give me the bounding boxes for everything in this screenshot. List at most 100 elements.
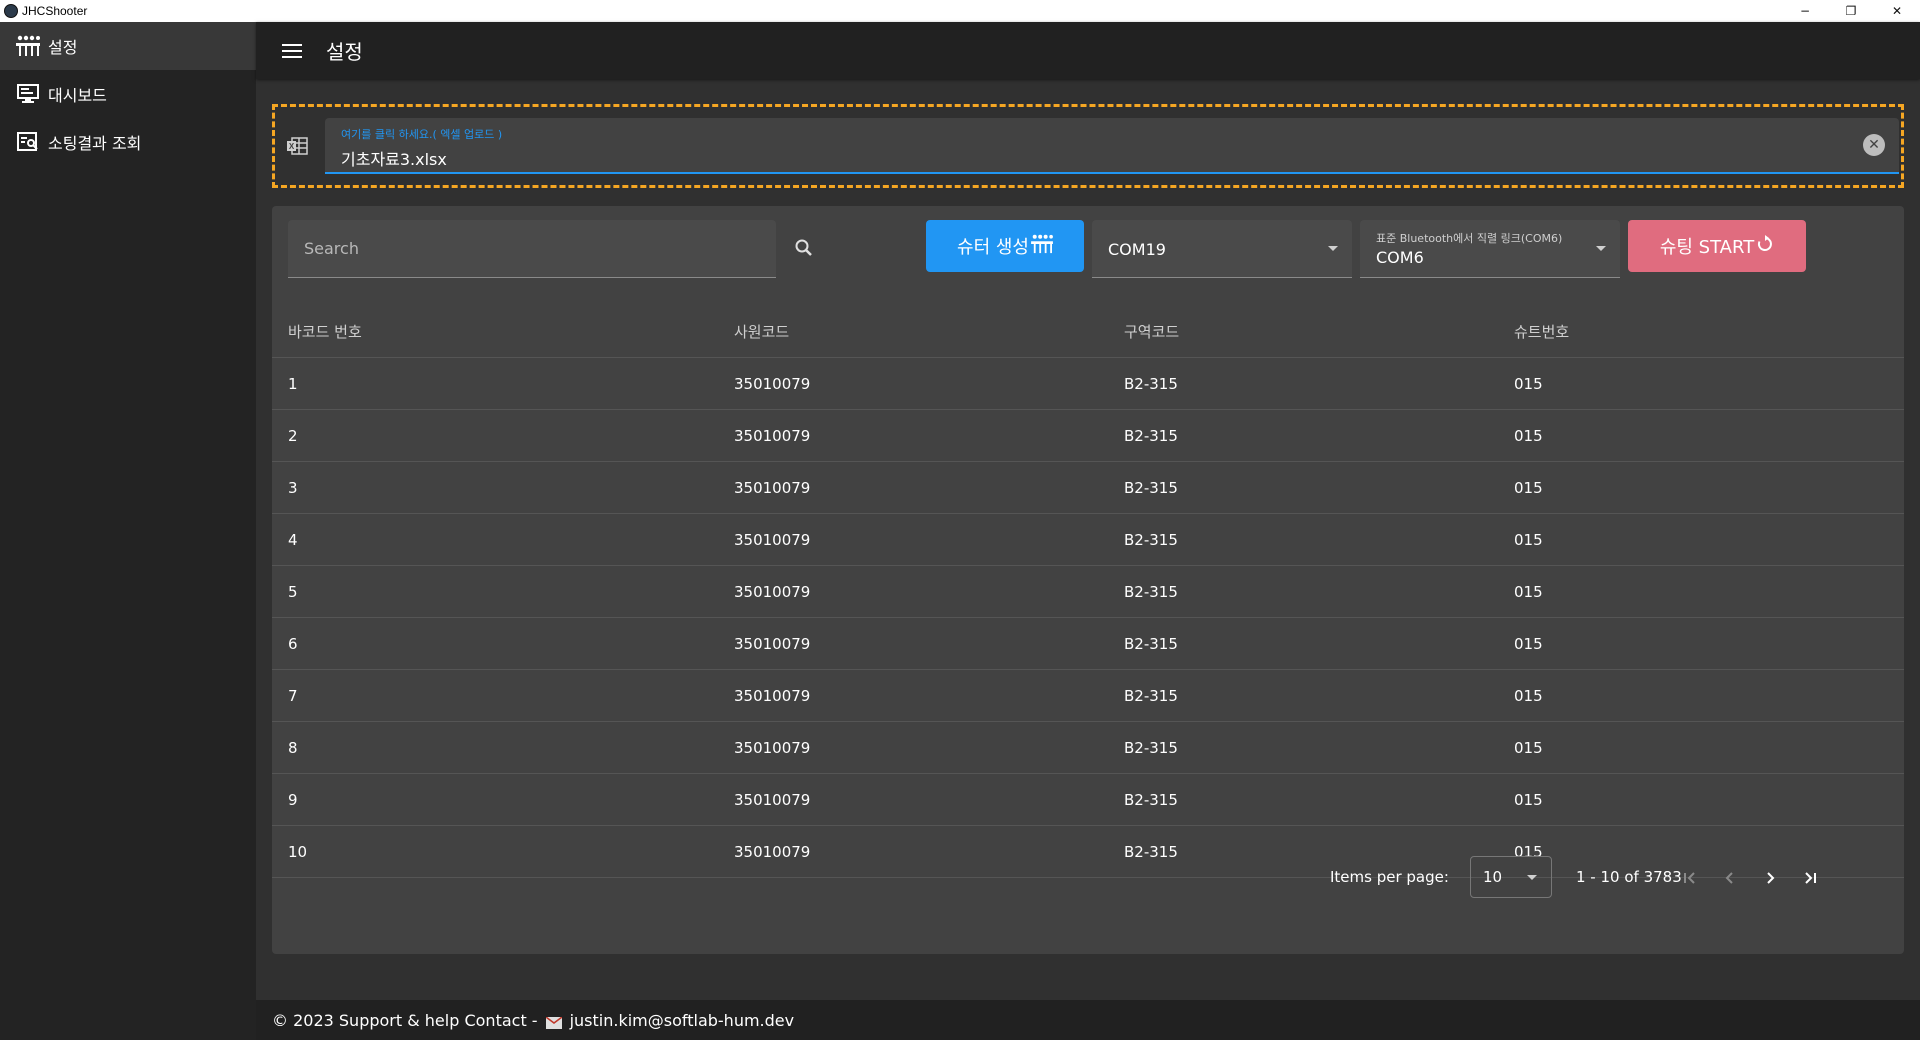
cell-employee-code: 35010079 — [734, 530, 811, 549]
excel-file-icon: X — [285, 134, 309, 158]
cell-zone-code: B2-315 — [1124, 686, 1178, 705]
cell-barcode: 9 — [288, 790, 298, 809]
sidebar-item-label: 대시보드 — [48, 86, 107, 105]
sidebar-item-label: 설정 — [48, 38, 78, 57]
bluetooth-port-select[interactable]: 표준 Bluetooth에서 직렬 링크(COM6) COM6 — [1360, 220, 1620, 278]
data-table: 바코드 번호 사원코드 구역코드 슈트번호 1 35010079 B2-315 015… — [272, 306, 1904, 878]
paginator: Items per page: 10 1 - 10 of 3783 — [272, 850, 1904, 906]
table-row[interactable]: 1 35010079 B2-315 015 — [272, 358, 1904, 410]
bluetooth-port-value: COM6 — [1376, 248, 1424, 267]
cell-zone-code: B2-315 — [1124, 426, 1178, 445]
column-header-barcode[interactable]: 바코드 번호 — [272, 321, 734, 342]
upload-field-label: 여기를 클릭 하세요.( 엑셀 업로드 ) — [341, 128, 503, 141]
main-content: 설정 X 여기를 클릭 하세요.( 엑셀 업로드 ) 기초자료3.xlsx ✕ … — [256, 22, 1920, 1000]
table-row[interactable]: 8 35010079 B2-315 015 — [272, 722, 1904, 774]
cell-chute-number: 015 — [1514, 738, 1543, 757]
cell-barcode: 5 — [288, 582, 298, 601]
support-email-link[interactable]: justin.kim@softlab-hum.dev — [570, 1011, 795, 1030]
table-row[interactable]: 2 35010079 B2-315 015 — [272, 410, 1904, 462]
cell-chute-number: 015 — [1514, 790, 1543, 809]
sidebar-item-settings[interactable]: 설정 — [0, 22, 256, 70]
chevron-down-icon — [1527, 875, 1537, 880]
last-page-icon[interactable] — [1796, 864, 1824, 892]
page-title: 설정 — [326, 40, 363, 64]
page-range-label: 1 - 10 of 3783 — [1576, 868, 1682, 886]
cell-chute-number: 015 — [1514, 686, 1543, 705]
search-icon[interactable] — [794, 238, 818, 262]
search-field[interactable] — [288, 220, 776, 278]
column-header-employee-code[interactable]: 사원코드 — [734, 321, 1124, 342]
cell-chute-number: 015 — [1514, 478, 1543, 497]
window-controls: − ❐ ✕ — [1782, 0, 1920, 22]
footer-text: © 2023 Support & help Contact - — [272, 1010, 538, 1030]
cell-chute-number: 015 — [1514, 582, 1543, 601]
search-list-icon — [16, 130, 40, 154]
cell-zone-code: B2-315 — [1124, 530, 1178, 549]
minimize-button[interactable]: − — [1782, 0, 1828, 22]
cell-chute-number: 015 — [1514, 634, 1543, 653]
items-per-page-value: 10 — [1483, 868, 1503, 886]
hamburger-menu-icon[interactable] — [280, 39, 304, 63]
table-header: 바코드 번호 사원코드 구역코드 슈트번호 — [272, 306, 1904, 358]
cell-chute-number: 015 — [1514, 530, 1543, 549]
cell-barcode: 6 — [288, 634, 298, 653]
cell-employee-code: 35010079 — [734, 790, 811, 809]
chevron-down-icon — [1328, 246, 1338, 251]
app-logo-icon — [4, 4, 18, 18]
column-header-zone-code[interactable]: 구역코드 — [1124, 321, 1514, 342]
bluetooth-port-label: 표준 Bluetooth에서 직렬 링크(COM6) — [1376, 232, 1563, 245]
excel-upload-dropzone[interactable]: X 여기를 클릭 하세요.( 엑셀 업로드 ) 기초자료3.xlsx ✕ — [272, 104, 1904, 188]
previous-page-icon[interactable] — [1716, 864, 1744, 892]
cell-barcode: 4 — [288, 530, 298, 549]
sidebar-item-dashboard[interactable]: 대시보드 — [0, 70, 256, 118]
cell-employee-code: 35010079 — [734, 478, 811, 497]
cell-barcode: 7 — [288, 686, 298, 705]
cell-zone-code: B2-315 — [1124, 582, 1178, 601]
column-header-chute-number[interactable]: 슈트번호 — [1514, 321, 1904, 342]
window-title: JHCShooter — [22, 4, 88, 18]
start-shooting-button[interactable]: 슈팅 START — [1628, 220, 1806, 272]
next-page-icon[interactable] — [1756, 864, 1784, 892]
cell-employee-code: 35010079 — [734, 374, 811, 393]
cell-barcode: 1 — [288, 374, 298, 393]
sidebar-item-sorting-results[interactable]: 소팅결과 조회 — [0, 118, 256, 166]
cell-zone-code: B2-315 — [1124, 374, 1178, 393]
window-titlebar: JHCShooter − ❐ ✕ — [0, 0, 1920, 22]
create-shooter-label: 슈터 생성 — [957, 237, 1029, 258]
table-row[interactable]: 4 35010079 B2-315 015 — [272, 514, 1904, 566]
close-button[interactable]: ✕ — [1874, 0, 1920, 22]
cell-employee-code: 35010079 — [734, 426, 811, 445]
cell-employee-code: 35010079 — [734, 582, 811, 601]
footer: © 2023 Support & help Contact - justin.k… — [256, 1000, 1920, 1040]
cell-employee-code: 35010079 — [734, 686, 811, 705]
chevron-down-icon — [1596, 246, 1606, 251]
items-per-page-label: Items per page: — [1330, 868, 1449, 886]
upload-file-name: 기초자료3.xlsx — [341, 150, 447, 169]
table-row[interactable]: 7 35010079 B2-315 015 — [272, 670, 1904, 722]
shooter-icon — [1031, 234, 1053, 259]
com-port-select[interactable]: COM19 — [1092, 220, 1352, 278]
table-row[interactable]: 9 35010079 B2-315 015 — [272, 774, 1904, 826]
items-per-page-select[interactable]: 10 — [1470, 856, 1552, 898]
first-page-icon[interactable] — [1676, 864, 1704, 892]
cell-barcode: 2 — [288, 426, 298, 445]
mail-icon — [545, 1014, 563, 1029]
table-body: 1 35010079 B2-315 015 2 35010079 B2-315 015 3 350… — [272, 358, 1904, 878]
dashboard-icon — [16, 82, 40, 106]
cell-zone-code: B2-315 — [1124, 738, 1178, 757]
shooter-icon — [16, 34, 40, 58]
table-row[interactable]: 6 35010079 B2-315 015 — [272, 618, 1904, 670]
create-shooter-button[interactable]: 슈터 생성 — [926, 220, 1084, 272]
cell-barcode: 8 — [288, 738, 298, 757]
table-row[interactable]: 3 35010079 B2-315 015 — [272, 462, 1904, 514]
cell-employee-code: 35010079 — [734, 634, 811, 653]
svg-text:X: X — [289, 142, 295, 151]
restore-button[interactable]: ❐ — [1828, 0, 1874, 22]
excel-upload-field[interactable]: 여기를 클릭 하세요.( 엑셀 업로드 ) 기초자료3.xlsx ✕ — [325, 118, 1899, 174]
cell-chute-number: 015 — [1514, 426, 1543, 445]
table-row[interactable]: 5 35010079 B2-315 015 — [272, 566, 1904, 618]
cell-zone-code: B2-315 — [1124, 478, 1178, 497]
cell-barcode: 3 — [288, 478, 298, 497]
clear-icon[interactable]: ✕ — [1863, 134, 1885, 156]
search-input[interactable] — [288, 220, 776, 277]
